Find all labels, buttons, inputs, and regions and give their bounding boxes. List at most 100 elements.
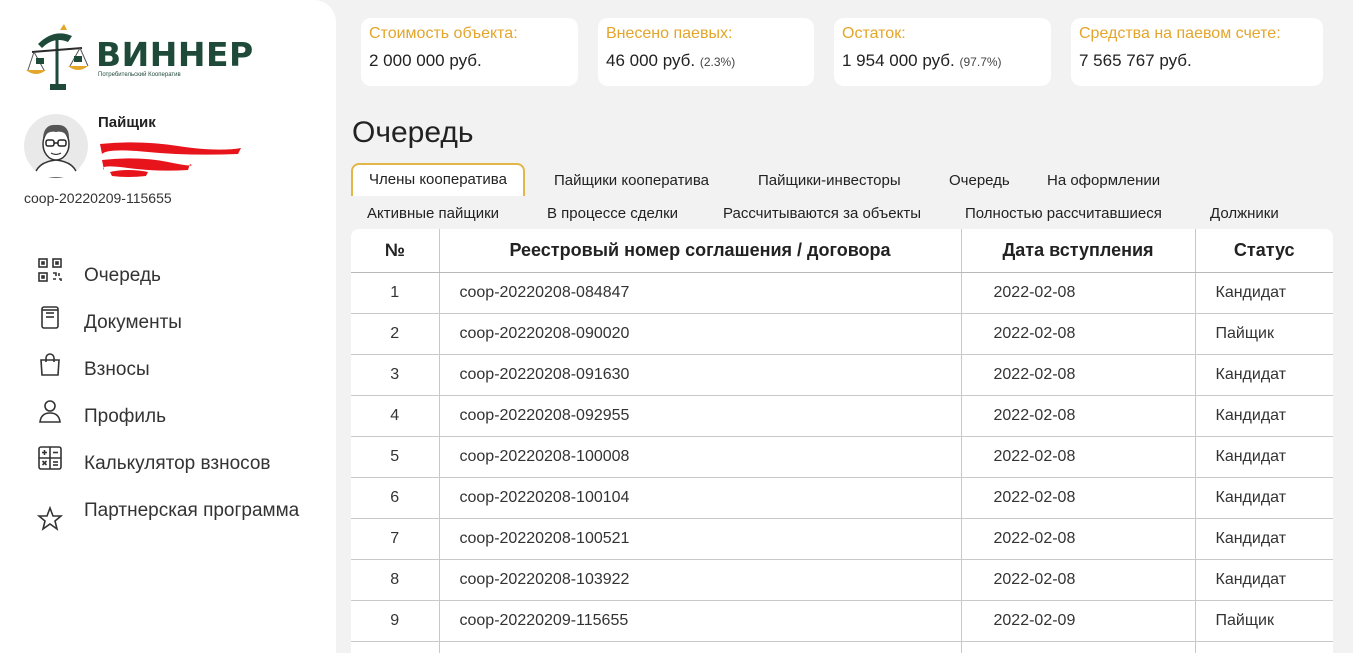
user-icon [36, 397, 64, 425]
cell-join-date: 2022-02-08 [960, 436, 1195, 478]
cell-registry-number: coop-20220208-084847 [438, 272, 961, 314]
table-row[interactable]: 4 coop-20220208-092955 2022-02-08 Кандид… [351, 395, 1333, 437]
cell-registry-number: coop-20220208-100521 [438, 518, 961, 560]
cell-join-date: 2022-02-08 [960, 313, 1195, 355]
card-percent: (2.3%) [699, 55, 736, 69]
sidebar-item-documents[interactable]: Документы [36, 303, 326, 350]
card-percent: (97.7%) [959, 55, 1002, 69]
sidebar-item-label: Партнерская программа [84, 500, 300, 521]
cell-status: Кандидат [1194, 477, 1333, 519]
sidebar-item-label: Калькулятор взносов [84, 453, 271, 474]
user-id: coop-20220209-115655 [24, 190, 172, 206]
sidebar-item-label: Профиль [84, 406, 167, 427]
table-row[interactable]: 1 coop-20220208-084847 2022-02-08 Кандид… [351, 272, 1333, 314]
cell-join-date: 2022-02-08 [960, 477, 1195, 519]
cell-registry-number: coop-20220208-100008 [438, 436, 961, 478]
card-caption: Остаток: [842, 25, 906, 42]
column-header-number[interactable]: № [351, 229, 439, 273]
sidebar-item-label: Документы [84, 312, 182, 333]
sidebar-item-contributions[interactable]: Взносы [36, 350, 326, 397]
calculator-icon [36, 444, 64, 472]
cell-registry-number: coop-20220208-100104 [438, 477, 961, 519]
cell-join-date: 2022-02-08 [960, 518, 1195, 560]
cell-join-date: 2022-02-08 [960, 559, 1195, 601]
avatar[interactable] [24, 114, 88, 178]
cell-number: 4 [351, 395, 439, 437]
cell-status: Пайщик [1194, 313, 1333, 355]
cell-number: 2 [351, 313, 439, 355]
column-header-status[interactable]: Статус [1194, 229, 1333, 273]
brand-logo[interactable]: ВИННЕР Потребительский Кооператив [24, 22, 254, 94]
cell-registry-number: coop-20220208-090020 [438, 313, 961, 355]
cell-number: 7 [351, 518, 439, 560]
table-row[interactable]: 5 coop-20220208-100008 2022-02-08 Кандид… [351, 436, 1333, 478]
table-row[interactable]: 3 coop-20220208-091630 2022-02-08 Кандид… [351, 354, 1333, 396]
table-row[interactable]: 2 coop-20220208-090020 2022-02-08 Пайщик [351, 313, 1333, 355]
sidebar-item-profile[interactable]: Профиль [36, 397, 326, 444]
column-header-join-date[interactable]: Дата вступления [960, 229, 1195, 273]
table-header-row: № Реестровый номер соглашения / договора… [351, 229, 1333, 273]
tab-investor-shareholders[interactable]: Пайщики-инвесторы [758, 172, 901, 189]
cell-status: Кандидат [1194, 559, 1333, 601]
tab-cooperative-shareholders[interactable]: Пайщики кооператива [554, 172, 709, 189]
sidebar-item-partner-program[interactable]: Партнерская программа [36, 491, 326, 538]
sidebar-item-calculator[interactable]: Калькулятор взносов [36, 444, 326, 491]
document-icon [36, 303, 64, 331]
tab-cooperative-members[interactable]: Члены кооператива [351, 163, 525, 196]
cell-status: Кандидат [1194, 395, 1333, 437]
cell-number: 5 [351, 436, 439, 478]
tab-active-shareholders[interactable]: Активные пайщики [367, 205, 499, 222]
cell-number: 6 [351, 477, 439, 519]
table-row-partial[interactable] [351, 641, 1333, 653]
cell-join-date: 2022-02-08 [960, 395, 1195, 437]
tab-in-registration[interactable]: На оформлении [1047, 172, 1160, 189]
qr-icon [36, 256, 64, 284]
table-row[interactable]: 6 coop-20220208-100104 2022-02-08 Кандид… [351, 477, 1333, 519]
card-value: 2 000 000 руб. [369, 51, 482, 70]
scales-logo-icon [24, 22, 90, 94]
tab-paying-for-objects[interactable]: Рассчитываются за объекты [723, 205, 921, 222]
cell-registry-number: coop-20220208-091630 [438, 354, 961, 396]
table-row[interactable]: 9 coop-20220209-115655 2022-02-09 Пайщик [351, 600, 1333, 642]
cell-registry-number: coop-20220208-092955 [438, 395, 961, 437]
user-role: Пайщик [98, 114, 156, 131]
cell-status: Кандидат [1194, 272, 1333, 314]
page-title: Очередь [352, 116, 474, 149]
card-caption: Стоимость объекта: [369, 25, 518, 42]
cell-number: 1 [351, 272, 439, 314]
cell-status: Кандидат [1194, 436, 1333, 478]
table-row[interactable]: 7 coop-20220208-100521 2022-02-08 Кандид… [351, 518, 1333, 560]
cell-join-date: 2022-02-09 [960, 600, 1195, 642]
summary-card-remainder: Остаток: 1 954 000 руб. (97.7%) [834, 18, 1051, 86]
sidebar-item-queue[interactable]: Очередь [36, 256, 326, 303]
tab-fully-paid[interactable]: Полностью рассчитавшиеся [965, 205, 1162, 222]
bag-icon [36, 350, 64, 378]
sidebar-item-label: Взносы [84, 359, 150, 380]
cell-number: 3 [351, 354, 439, 396]
cell-status: Кандидат [1194, 354, 1333, 396]
card-caption: Внесено паевых: [606, 25, 733, 42]
sidebar-item-label: Очередь [84, 265, 161, 286]
sidebar: ВИННЕР Потребительский Кооператив Пайщик… [0, 0, 336, 653]
summary-card-paid-shares: Внесено паевых: 46 000 руб. (2.3%) [598, 18, 814, 86]
cell-number: 8 [351, 559, 439, 601]
table-row[interactable]: 8 coop-20220208-103922 2022-02-08 Кандид… [351, 559, 1333, 601]
card-value: 7 565 767 руб. [1079, 51, 1192, 70]
redacted-user-name [98, 138, 243, 178]
star-icon [36, 505, 64, 533]
tab-debtors[interactable]: Должники [1210, 205, 1279, 222]
cell-join-date: 2022-02-08 [960, 354, 1195, 396]
summary-card-share-account: Средства на паевом счете: 7 565 767 руб. [1071, 18, 1323, 86]
cell-status: Пайщик [1194, 600, 1333, 642]
summary-card-object-cost: Стоимость объекта: 2 000 000 руб. [361, 18, 578, 86]
card-caption: Средства на паевом счете: [1079, 25, 1281, 42]
cell-join-date: 2022-02-08 [960, 272, 1195, 314]
card-value: 1 954 000 руб. [842, 51, 955, 70]
cell-status: Кандидат [1194, 518, 1333, 560]
brand-name: ВИННЕР [96, 35, 254, 74]
tab-queue[interactable]: Очередь [949, 172, 1010, 189]
card-value: 46 000 руб. [606, 51, 696, 70]
column-header-registry-number[interactable]: Реестровый номер соглашения / договора [438, 229, 961, 273]
sidebar-menu: Очередь Документы Взносы Профиль Калькул… [36, 256, 326, 538]
tab-in-deal-process[interactable]: В процессе сделки [547, 205, 678, 222]
